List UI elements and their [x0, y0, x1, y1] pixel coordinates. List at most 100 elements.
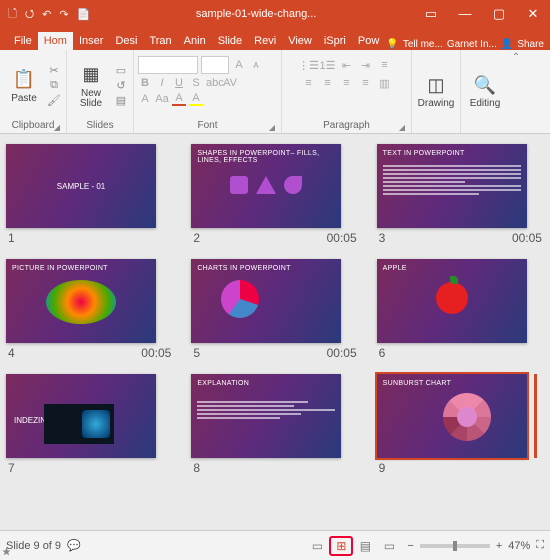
reading-view-button[interactable]: ▤	[353, 536, 377, 556]
comments-icon[interactable]: 💬	[67, 539, 81, 552]
slide-thumbnail[interactable]: SUNBURST CHART	[377, 374, 527, 458]
justify-icon[interactable]: ≡	[358, 76, 374, 90]
align-center-icon[interactable]: ≡	[320, 76, 336, 90]
tab-file[interactable]: File	[8, 32, 38, 50]
layout-icon[interactable]: ▭	[113, 64, 129, 78]
tab-transitions[interactable]: Tran	[143, 32, 177, 50]
save-icon[interactable]: 🗋	[8, 5, 17, 24]
copy-icon[interactable]: ⧉	[46, 79, 62, 93]
columns-icon[interactable]: ▥	[377, 76, 393, 90]
strike-button[interactable]: S	[189, 77, 203, 89]
ribbon-display-icon[interactable]: ▭	[414, 6, 448, 22]
tab-home[interactable]: Hom	[38, 32, 73, 50]
font-name-select[interactable]	[138, 56, 198, 74]
close-icon[interactable]: ✕	[516, 6, 550, 22]
editing-button[interactable]: 🔍 Editing	[465, 61, 505, 121]
group-drawing: ◫ Drawing	[412, 50, 461, 133]
share-button[interactable]: Share	[517, 39, 544, 50]
highlight-icon[interactable]: A	[189, 92, 203, 106]
font-dialog-icon[interactable]: ◢	[269, 123, 275, 132]
slide-cell[interactable]: APPLE6★	[377, 259, 544, 360]
change-case-icon[interactable]: Aa	[155, 93, 169, 105]
slide-thumbnail[interactable]: SAMPLE - 01	[6, 144, 156, 228]
slide-number: 3	[379, 231, 386, 245]
underline-button[interactable]: U	[172, 77, 186, 89]
slide-sorter-view-button[interactable]: ⊞	[329, 536, 353, 556]
slide-cell[interactable]: SAMPLE - 011	[6, 144, 173, 245]
tell-me[interactable]: Tell me...	[403, 39, 443, 50]
tab-review[interactable]: Revi	[248, 32, 282, 50]
start-from-beginning-icon[interactable]: 📄	[77, 8, 91, 21]
group-editing: 🔍 Editing	[461, 50, 509, 133]
spacing-button[interactable]: AV	[223, 77, 237, 89]
slide-thumbnail[interactable]: PICTURE IN POWERPOINT	[6, 259, 156, 343]
align-right-icon[interactable]: ≡	[339, 76, 355, 90]
align-left-icon[interactable]: ≡	[301, 76, 317, 90]
slideshow-view-button[interactable]: ▭	[377, 536, 401, 556]
reset-icon[interactable]: ↺	[113, 79, 129, 93]
drawing-button[interactable]: ◫ Drawing	[416, 61, 456, 121]
clear-format-icon[interactable]: A	[138, 93, 152, 105]
normal-view-button[interactable]: ▭	[305, 536, 329, 556]
slide-cell[interactable]: SHAPES IN POWERPOINT– FILLS, LINES, EFFE…	[191, 144, 358, 245]
section-icon[interactable]: ▤	[113, 94, 129, 108]
user-name[interactable]: Garnet In...	[447, 39, 497, 50]
group-slides: ▦ New Slide ▭ ↺ ▤ Slides	[67, 50, 134, 133]
zoom-in-icon[interactable]: +	[496, 540, 502, 552]
zoom-level[interactable]: 47%	[508, 540, 530, 552]
slide-thumbnail[interactable]: EXPLANATION	[191, 374, 341, 458]
clipboard-dialog-icon[interactable]: ◢	[54, 123, 60, 132]
tab-slideshow[interactable]: Slide	[212, 32, 248, 50]
slide-thumbnail[interactable]: CHARTS IN POWERPOINT	[191, 259, 341, 343]
font-color-icon[interactable]: A	[172, 92, 186, 106]
share-icon: 👤	[501, 39, 513, 50]
slide-cell[interactable]: EXPLANATION8★	[191, 374, 358, 475]
bullets-icon[interactable]: ⋮☰	[301, 58, 317, 72]
grow-font-icon[interactable]: A	[232, 59, 246, 71]
zoom-slider[interactable]	[420, 544, 490, 548]
undo-icon[interactable]: ↶	[42, 8, 51, 21]
line-spacing-icon[interactable]: ≡	[377, 58, 393, 72]
quick-access-toolbar: 🗋 ⭯ ↶ ↷ 📄	[0, 5, 98, 24]
font-size-select[interactable]	[201, 56, 229, 74]
indent-dec-icon[interactable]: ⇤	[339, 58, 355, 72]
redo-icon[interactable]: ↷	[59, 8, 68, 21]
cut-icon[interactable]: ✂	[46, 64, 62, 78]
paragraph-dialog-icon[interactable]: ◢	[399, 123, 405, 132]
drawing-icon: ◫	[424, 73, 448, 97]
minimize-icon[interactable]: —	[448, 6, 482, 22]
slide-thumbnail[interactable]: APPLE	[377, 259, 527, 343]
slide-duration: 00:05	[327, 346, 357, 360]
slide-cell[interactable]: CHARTS IN POWERPOINT5★00:05	[191, 259, 358, 360]
tab-ispring[interactable]: iSpri	[318, 32, 352, 50]
italic-button[interactable]: I	[155, 77, 169, 89]
tab-powerpoint[interactable]: Pow	[352, 32, 385, 50]
tab-view[interactable]: View	[282, 32, 318, 50]
tab-animations[interactable]: Anin	[178, 32, 212, 50]
numbering-icon[interactable]: 1☰	[320, 58, 336, 72]
paste-button[interactable]: 📋 Paste	[4, 56, 44, 116]
format-painter-icon[interactable]: 🖌	[46, 94, 62, 108]
new-slide-button[interactable]: ▦ New Slide	[71, 56, 111, 116]
slide-thumbnail[interactable]: INDEZINE	[6, 374, 156, 458]
refresh-icon[interactable]: ⭯	[25, 5, 34, 24]
collapse-ribbon-icon[interactable]: ⌃	[509, 50, 523, 133]
bold-button[interactable]: B	[138, 77, 152, 89]
tab-design[interactable]: Desi	[109, 32, 143, 50]
slide-number: 7	[8, 461, 15, 475]
fit-to-window-icon[interactable]: ⛶	[536, 539, 544, 552]
slide-cell[interactable]: SUNBURST CHART9★	[377, 374, 544, 475]
window-title: sample-01-wide-chang...	[98, 8, 414, 20]
shadow-button[interactable]: abc	[206, 77, 220, 89]
indent-inc-icon[interactable]: ⇥	[358, 58, 374, 72]
slide-cell[interactable]: PICTURE IN POWERPOINT4★00:05	[6, 259, 173, 360]
slide-cell[interactable]: INDEZINE7★	[6, 374, 173, 475]
zoom-out-icon[interactable]: −	[407, 540, 413, 552]
slide-thumbnail[interactable]: TEXT IN POWERPOINT	[377, 144, 527, 228]
tab-insert[interactable]: Inser	[73, 32, 109, 50]
shrink-font-icon[interactable]: ᴀ	[249, 59, 263, 71]
maximize-icon[interactable]: ▢	[482, 6, 516, 22]
slide-cell[interactable]: TEXT IN POWERPOINT300:05	[377, 144, 544, 245]
slide-thumbnail[interactable]: SHAPES IN POWERPOINT– FILLS, LINES, EFFE…	[191, 144, 341, 228]
slide-sorter-view[interactable]: SAMPLE - 011SHAPES IN POWERPOINT– FILLS,…	[0, 134, 550, 530]
